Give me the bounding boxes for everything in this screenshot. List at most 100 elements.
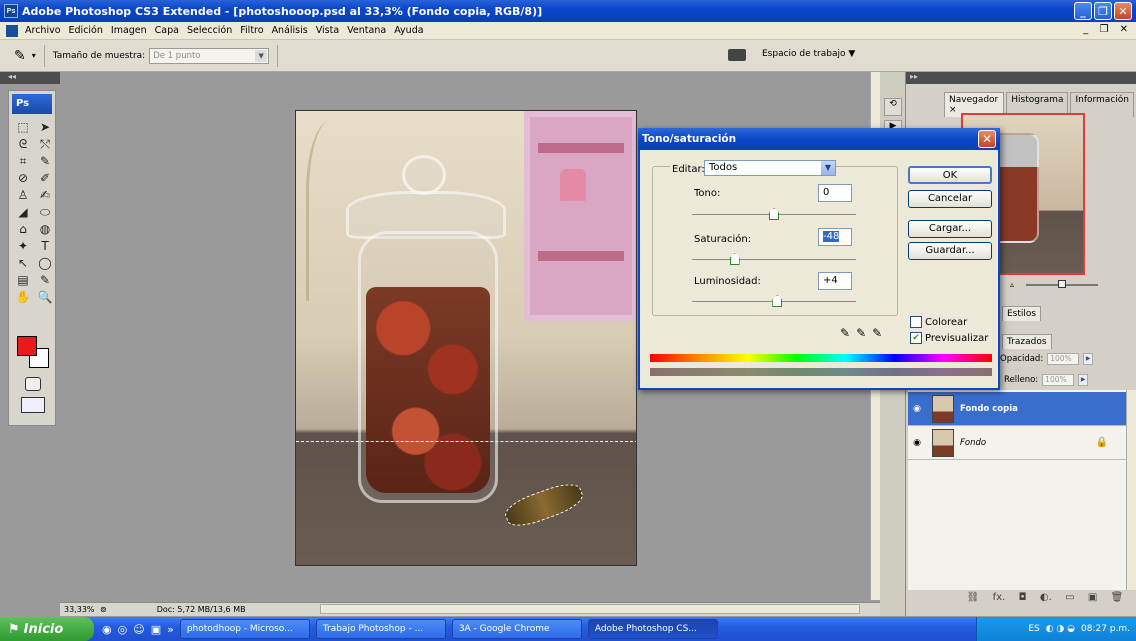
taskbar-item-chrome[interactable]: 3A - Google Chrome (451, 619, 582, 639)
lasso-tool-icon[interactable]: ᘓ (13, 136, 33, 152)
new-layer-icon[interactable]: ▣ (1088, 592, 1097, 606)
eyedropper-tool-icon[interactable]: ✎ (14, 48, 26, 64)
menu-ayuda[interactable]: Ayuda (390, 25, 427, 36)
dodge-tool-icon[interactable]: ◍ (35, 221, 55, 237)
foreground-color-swatch[interactable] (17, 336, 37, 356)
minimize-button[interactable]: _ (1074, 2, 1092, 20)
workspace-menu[interactable]: Espacio de trabajo ▼ (762, 49, 855, 59)
taskbar-item-photoshop[interactable]: Adobe Photoshop CS... (587, 619, 718, 639)
opacity-arrow-icon[interactable]: ▶ (1083, 353, 1094, 365)
language-indicator[interactable]: ES (1028, 624, 1039, 634)
browser-icon[interactable]: ◎ (118, 623, 128, 636)
dialog-close-button[interactable]: ✕ (978, 130, 996, 148)
gradient-tool-icon[interactable]: ⬭ (35, 204, 55, 220)
crop-tool-icon[interactable]: ⌗ (13, 153, 33, 169)
link-layers-icon[interactable]: ⛓ (967, 592, 980, 606)
type-tool-icon[interactable]: T (35, 238, 55, 254)
zoom-out-icon[interactable]: ▵ (1010, 280, 1014, 289)
lightness-input[interactable]: +4 (818, 272, 852, 290)
document-window-controls[interactable]: _ ❐ ✕ (1083, 24, 1132, 35)
menu-imagen[interactable]: Imagen (107, 25, 151, 36)
eraser-tool-icon[interactable]: ◢ (13, 204, 33, 220)
collapse-toolbox-icon[interactable]: ◂◂ (0, 72, 60, 84)
zoom-tool-icon[interactable]: 🔍 (35, 289, 55, 305)
eyedropper-icon[interactable]: ✎ (840, 326, 856, 340)
more-quick-launch-icon[interactable]: » (167, 623, 174, 636)
layers-scrollbar[interactable] (1126, 390, 1136, 590)
tray-icons[interactable]: ◐ ◑ ◒ (1046, 624, 1075, 634)
screen-mode-icon[interactable] (21, 397, 45, 413)
healing-brush-tool-icon[interactable]: ⊘ (13, 170, 33, 186)
menu-seleccion[interactable]: Selección (183, 25, 236, 36)
menu-archivo[interactable]: Archivo (21, 25, 65, 36)
brush-tool-icon[interactable]: ✐ (35, 170, 55, 186)
ok-button[interactable]: OK (908, 166, 992, 184)
menu-vista[interactable]: Vista (312, 25, 343, 36)
document-canvas[interactable] (295, 110, 637, 566)
fill-arrow-icon[interactable]: ▶ (1078, 374, 1089, 386)
clone-stamp-tool-icon[interactable]: ♙ (13, 187, 33, 203)
fill-input[interactable]: 100% (1042, 374, 1075, 386)
add-mask-icon[interactable]: ◘ (1019, 592, 1027, 606)
visibility-eye-icon[interactable]: ◉ (908, 438, 926, 448)
quick-mask-icon[interactable] (25, 377, 41, 391)
eyedropper-tool-icon[interactable]: ✎ (35, 153, 55, 169)
sample-size-select[interactable]: De 1 punto ▼ (149, 47, 270, 64)
colorize-box[interactable] (910, 316, 922, 328)
tab-styles[interactable]: Estilos (1002, 306, 1042, 321)
eyedropper-subtract-icon[interactable]: ✎ (872, 326, 888, 340)
tool-preset-arrow-icon[interactable]: ▾ (32, 51, 36, 60)
adjustment-layer-icon[interactable]: ◐. (1040, 592, 1052, 606)
canvas-horizontal-scrollbar[interactable] (320, 604, 860, 614)
collapse-panels-icon[interactable]: ▸▸ (906, 72, 1136, 84)
messenger-icon[interactable]: ☺ (133, 623, 144, 636)
menu-capa[interactable]: Capa (151, 25, 183, 36)
document-icon[interactable] (6, 24, 18, 37)
saturation-input[interactable]: -48 (818, 228, 852, 246)
media-player-icon[interactable]: ◉ (102, 623, 112, 636)
cancel-button[interactable]: Cancelar (908, 190, 992, 208)
move-tool-icon[interactable]: ➤ (35, 119, 55, 135)
menu-ventana[interactable]: Ventana (343, 25, 390, 36)
navigator-zoom-thumb[interactable] (1058, 280, 1066, 288)
restore-button[interactable]: ❐ (1094, 2, 1112, 20)
saturation-slider-track[interactable] (692, 259, 856, 260)
visibility-eye-icon[interactable]: ◉ (908, 404, 926, 414)
edit-range-select[interactable]: Todos ▼ (704, 160, 836, 176)
zoom-level[interactable]: 33,33% (64, 605, 100, 614)
colorize-checkbox[interactable]: Colorear (910, 316, 967, 328)
preview-check-icon[interactable]: ✔ (910, 332, 922, 344)
layer-row-fondo[interactable]: ◉ Fondo 🔒 (908, 426, 1126, 460)
save-button[interactable]: Guardar... (908, 242, 992, 260)
path-selection-tool-icon[interactable]: ↖ (13, 255, 33, 271)
menu-filtro[interactable]: Filtro (236, 25, 267, 36)
shape-tool-icon[interactable]: ◯ (35, 255, 55, 271)
eyedropper-add-icon[interactable]: ✎ (856, 326, 872, 340)
delete-layer-icon[interactable]: 🗑 (1111, 592, 1124, 606)
taskbar-item-trabajo[interactable]: Trabajo Photoshop - ... (315, 619, 446, 639)
marquee-tool-icon[interactable]: ⬚ (13, 119, 33, 135)
zoom-options-icon[interactable]: ⊚ (100, 605, 107, 614)
preview-checkbox[interactable]: ✔ Previsualizar (910, 332, 988, 344)
history-panel-icon[interactable]: ⟲ (884, 98, 902, 116)
taskbar-item-word[interactable]: photodhoop - Microso... (179, 619, 310, 639)
menu-analisis[interactable]: Análisis (268, 25, 312, 36)
new-group-icon[interactable]: ▭ (1065, 592, 1074, 606)
eyedropper-active-tool-icon[interactable]: ✎ (35, 272, 55, 288)
blur-tool-icon[interactable]: ⌂ (13, 221, 33, 237)
workspace-icon[interactable] (728, 49, 746, 61)
tab-paths[interactable]: Trazados (1002, 334, 1052, 349)
start-button[interactable]: ⚑ Inicio (0, 617, 94, 641)
menu-edicion[interactable]: Edición (65, 25, 107, 36)
history-brush-tool-icon[interactable]: ✍ (35, 187, 55, 203)
close-button[interactable]: ✕ (1114, 2, 1132, 20)
hue-input[interactable]: 0 (818, 184, 852, 202)
navigator-zoom-slider[interactable]: ▵ (1010, 280, 1130, 290)
layer-style-icon[interactable]: fx. (993, 592, 1006, 606)
quick-selection-tool-icon[interactable]: ⤲ (35, 136, 55, 152)
layer-row-fondo-copia[interactable]: ◉ Fondo copia (908, 392, 1126, 426)
opacity-input[interactable]: 100% (1047, 353, 1080, 365)
pen-tool-icon[interactable]: ✦ (13, 238, 33, 254)
load-button[interactable]: Cargar... (908, 220, 992, 238)
folder-icon[interactable]: ▣ (151, 623, 161, 636)
